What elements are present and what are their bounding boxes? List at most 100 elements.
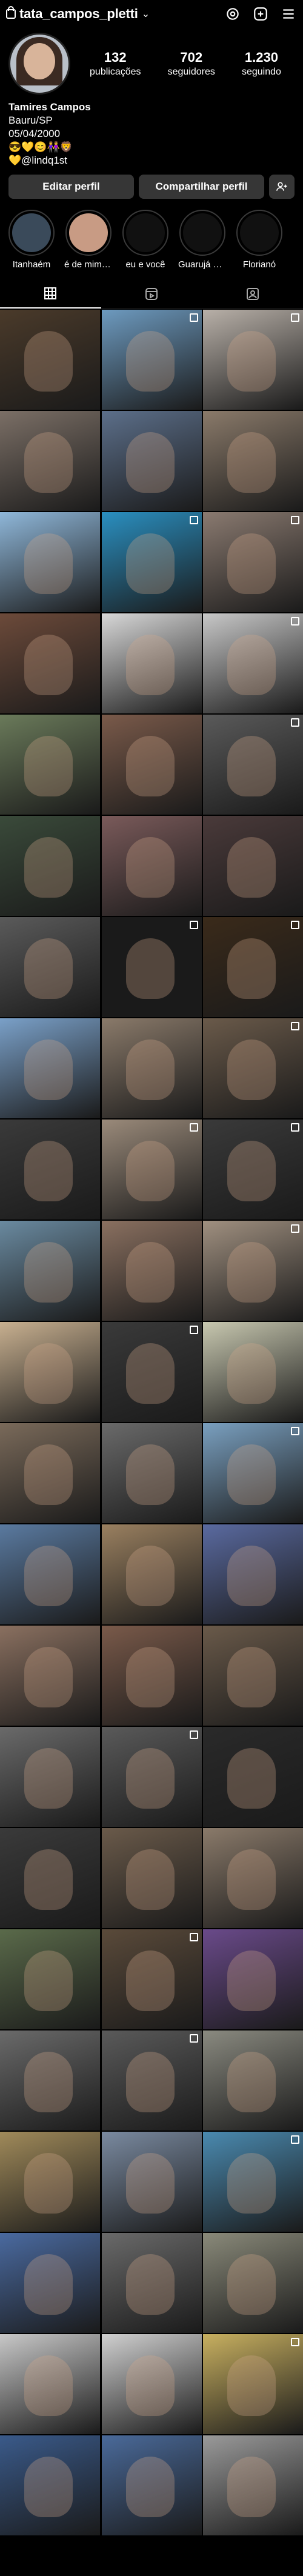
post-thumbnail[interactable] [0, 1929, 100, 2029]
post-thumbnail[interactable] [101, 2233, 202, 2333]
post-thumbnail[interactable] [0, 2132, 100, 2232]
photo-subject [24, 1343, 73, 1404]
post-thumbnail[interactable] [101, 1626, 202, 1726]
post-thumbnail[interactable] [203, 917, 303, 1017]
post-thumbnail[interactable] [0, 1828, 100, 1928]
post-thumbnail[interactable] [0, 1018, 100, 1118]
post-thumbnail[interactable] [101, 2334, 202, 2434]
highlight-item[interactable]: é de mim m... [64, 210, 113, 270]
post-thumbnail[interactable] [0, 1322, 100, 1422]
highlight-item[interactable]: Guarujá 16/... [178, 210, 227, 270]
post-thumbnail[interactable] [101, 1524, 202, 1624]
tab-grid[interactable] [0, 279, 101, 309]
post-thumbnail[interactable] [203, 715, 303, 815]
post-thumbnail[interactable] [101, 715, 202, 815]
post-thumbnail[interactable] [101, 2132, 202, 2232]
post-thumbnail[interactable] [203, 512, 303, 612]
add-person-icon[interactable] [269, 175, 295, 199]
post-thumbnail[interactable] [0, 2030, 100, 2131]
post-thumbnail[interactable] [101, 1018, 202, 1118]
post-thumbnail[interactable] [203, 613, 303, 713]
username[interactable]: tata_campos_pletti [19, 6, 138, 22]
post-thumbnail[interactable] [101, 1423, 202, 1523]
post-thumbnail[interactable] [101, 310, 202, 410]
post-thumbnail[interactable] [0, 310, 100, 410]
photo-subject [227, 1343, 276, 1404]
post-thumbnail[interactable] [203, 816, 303, 916]
share-profile-button[interactable]: Compartilhar perfil [139, 175, 264, 199]
highlight-item[interactable]: Florianó [235, 210, 284, 270]
highlight-cover [122, 210, 168, 256]
avatar[interactable] [8, 33, 70, 95]
post-thumbnail[interactable] [0, 715, 100, 815]
photo-subject [24, 331, 73, 392]
post-thumbnail[interactable] [203, 2435, 303, 2535]
posts-count[interactable]: 132 publicações [90, 50, 141, 78]
edit-profile-button[interactable]: Editar perfil [8, 175, 134, 199]
post-thumbnail[interactable] [203, 1929, 303, 2029]
post-thumbnail[interactable] [0, 917, 100, 1017]
post-thumbnail[interactable] [0, 1626, 100, 1726]
post-thumbnail[interactable] [203, 411, 303, 511]
post-thumbnail[interactable] [203, 1524, 303, 1624]
bio-line: Bauru/SP [8, 115, 53, 126]
chevron-down-icon[interactable]: ⌄ [142, 8, 150, 20]
post-thumbnail[interactable] [203, 2334, 303, 2434]
post-thumbnail[interactable] [0, 512, 100, 612]
menu-icon[interactable] [280, 5, 297, 22]
threads-icon[interactable] [224, 5, 241, 22]
followers-count[interactable]: 702 seguidores [168, 50, 215, 78]
post-thumbnail[interactable] [101, 2030, 202, 2131]
post-thumbnail[interactable] [101, 2435, 202, 2535]
post-thumbnail[interactable] [0, 1221, 100, 1321]
highlight-item[interactable]: eu e você [121, 210, 170, 270]
post-thumbnail[interactable] [203, 1322, 303, 1422]
post-thumbnail[interactable] [0, 1727, 100, 1827]
post-thumbnail[interactable] [0, 816, 100, 916]
post-thumbnail[interactable] [203, 1119, 303, 1220]
post-thumbnail[interactable] [101, 1929, 202, 2029]
post-thumbnail[interactable] [101, 816, 202, 916]
post-thumbnail[interactable] [0, 1119, 100, 1220]
following-count[interactable]: 1.230 seguindo [242, 50, 281, 78]
tab-tagged[interactable] [202, 279, 303, 309]
post-thumbnail[interactable] [203, 1221, 303, 1321]
carousel-icon [291, 921, 299, 929]
post-thumbnail[interactable] [203, 1018, 303, 1118]
post-thumbnail[interactable] [101, 917, 202, 1017]
post-thumbnail[interactable] [0, 411, 100, 511]
post-thumbnail[interactable] [203, 2233, 303, 2333]
post-thumbnail[interactable] [101, 1828, 202, 1928]
photo-subject [125, 1343, 175, 1404]
post-thumbnail[interactable] [101, 1727, 202, 1827]
post-thumbnail[interactable] [203, 1727, 303, 1827]
post-thumbnail[interactable] [101, 1322, 202, 1422]
post-thumbnail[interactable] [0, 1524, 100, 1624]
post-thumbnail[interactable] [101, 1221, 202, 1321]
post-thumbnail[interactable] [203, 2030, 303, 2131]
post-thumbnail[interactable] [101, 1119, 202, 1220]
photo-subject [227, 1444, 276, 1505]
post-thumbnail[interactable] [0, 613, 100, 713]
post-thumbnail[interactable] [0, 2233, 100, 2333]
photo-subject [24, 736, 73, 796]
new-post-icon[interactable] [252, 5, 269, 22]
post-thumbnail[interactable] [0, 1423, 100, 1523]
post-thumbnail[interactable] [203, 1626, 303, 1726]
photo-subject [227, 1039, 276, 1100]
post-thumbnail[interactable] [203, 310, 303, 410]
post-thumbnail[interactable] [101, 411, 202, 511]
post-thumbnail[interactable] [203, 1423, 303, 1523]
post-thumbnail[interactable] [101, 512, 202, 612]
post-thumbnail[interactable] [101, 613, 202, 713]
post-thumbnail[interactable] [0, 2334, 100, 2434]
post-thumbnail[interactable] [203, 1828, 303, 1928]
highlight-item[interactable]: Itanhaém [7, 210, 56, 270]
post-thumbnail[interactable] [203, 2132, 303, 2232]
photo-subject [125, 331, 175, 392]
post-thumbnail[interactable] [0, 2435, 100, 2535]
tab-reels[interactable] [101, 279, 202, 309]
bio-mention-link[interactable]: 💛@lindq1st [8, 154, 295, 167]
photo-subject [227, 2052, 276, 2112]
highlight-label: Itanhaém [12, 259, 51, 270]
